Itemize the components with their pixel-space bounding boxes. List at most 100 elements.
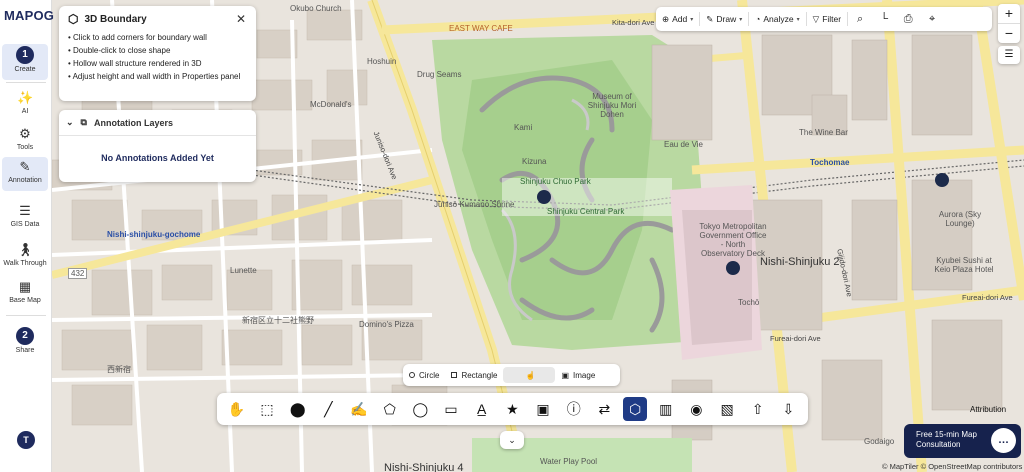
camera-icon[interactable]: ◉ (684, 397, 708, 421)
list-item: • Click to add corners for boundary wall (68, 33, 207, 42)
plus-circle-icon: ⊕ (662, 13, 670, 24)
map-label-route-432: 432 (68, 268, 88, 279)
chevron-down-icon[interactable]: ⌄ (66, 117, 74, 128)
map-label-shinjuku-central-park: Shinjuku Central Park (547, 207, 625, 216)
zoom-in-button[interactable]: + (998, 4, 1020, 23)
map-label-nishi-shinjuku-gochome: Nishi-shinjuku-gochome (107, 230, 201, 239)
map-label-dominos: Domino's Pizza (359, 320, 414, 329)
attribution-button[interactable]: Attribution (970, 405, 1006, 414)
sidebar-item-label: Base Map (9, 297, 41, 304)
chat-icon[interactable]: … (991, 428, 1016, 453)
add-button[interactable]: ⊕ Add ▾ (656, 7, 699, 31)
list-item: • Adjust height and wall width in Proper… (68, 72, 241, 81)
boundary-instructions-panel: ⬡ 3D Boundary ✕ • Click to add corners f… (59, 6, 256, 101)
zoom-control: + − (998, 4, 1020, 43)
draw-button[interactable]: ✎ Draw ▾ (700, 7, 748, 31)
map-label-kizuna: Kizuna (522, 157, 547, 166)
step-2-badge: 2 (16, 327, 34, 345)
sidebar-item-label: Tools (16, 144, 34, 151)
chevron-down-icon[interactable]: ⌄ (500, 431, 524, 449)
rectangle-icon (451, 372, 458, 378)
text-icon[interactable]: A̲ (470, 397, 494, 421)
route-icon[interactable]: ⇄ (592, 397, 616, 421)
sidebar-item-share[interactable]: 2 Share (2, 325, 48, 354)
map-icon: ▦ (18, 279, 32, 294)
polygon-icon[interactable]: ⬠ (378, 397, 402, 421)
empty-state-text: No Annotations Added Yet (101, 153, 214, 163)
layer-toggle-icon[interactable]: ☰ (998, 46, 1020, 64)
map-label-nishi-shinjuku-4: Nishi-Shinjuku 4 (384, 462, 464, 472)
sidebar-item-label: AI (21, 108, 29, 115)
panel-title: ⬡ 3D Boundary (68, 12, 147, 26)
avatar[interactable]: T (17, 431, 35, 449)
map-label-tokyo-gov: Tokyo Metropolitan Government Office - N… (699, 222, 767, 258)
ai-icon: ✨ (17, 90, 34, 105)
upload-icon[interactable]: ⇧ (746, 397, 770, 421)
map-label-nishi-ja: 西新宿 (107, 365, 131, 374)
freehand-icon[interactable]: ✍ (347, 397, 371, 421)
zoom-out-button[interactable]: − (998, 24, 1020, 43)
annotation-layers-header[interactable]: ⌄ ⧉ Annotation Layers (59, 110, 256, 136)
pencil-icon: ✎ (706, 13, 714, 24)
circle-icon[interactable]: ◯ (408, 397, 432, 421)
image-icon[interactable]: ▣ (531, 397, 555, 421)
hand-icon[interactable]: ✋ (224, 397, 248, 421)
map-label-shinjuku-tenba: 新宿区立十二社熊野 (242, 316, 314, 325)
sidebar-item-label: Share (15, 347, 35, 354)
sidebar-item-ai[interactable]: ✨ AI (2, 88, 48, 115)
cursor-icon: ☝ (525, 370, 536, 380)
map-label-nishi-shinjuku-2: Nishi-Shinjuku 2 (760, 256, 840, 268)
boundary-icon: ⬡ (68, 12, 79, 26)
drawing-toolbar: ✋ ⬚ ⬤ ╱ ✍ ⬠ ◯ ▭ A̲ ★ ▣ ⓘ ⇄ ⬡ ▥ ◉ ▧ ⇧ ⇩ (217, 393, 808, 425)
info-icon[interactable]: ⓘ (562, 397, 586, 421)
download-icon[interactable]: ⇩ (776, 397, 800, 421)
map-label-water-play: Water Play Pool (540, 457, 598, 466)
sidebar-item-annotation[interactable]: ✎ Annotation (2, 157, 48, 191)
picture-icon[interactable]: ▧ (715, 397, 739, 421)
sidebar-item-tools[interactable]: ⚙ Tools (2, 124, 48, 151)
boundary-3d-icon[interactable]: ⬡ (623, 397, 648, 421)
close-icon[interactable]: ✕ (236, 12, 246, 26)
analyze-button[interactable]: ◔ Analyze ▾ (749, 7, 805, 31)
measure-icon[interactable]: └ (872, 7, 896, 31)
consultation-button[interactable]: Free 15-min Map Consultation … (904, 424, 1021, 458)
sidebar-item-label: GIS Data (10, 221, 40, 228)
map-label-east-way: EAST WAY CAFE (449, 24, 513, 33)
marker-icon[interactable]: ⬤ (286, 397, 310, 421)
building-icon[interactable]: ▥ (654, 397, 678, 421)
rectangle-option[interactable]: Rectangle (445, 367, 503, 383)
caret-icon: ▾ (796, 16, 800, 23)
search-icon[interactable]: ⌕ (848, 7, 872, 31)
selected-option[interactable]: ☝ (503, 367, 556, 383)
sidebar-item-walk-through[interactable]: 🚶︎ Walk Through (2, 240, 48, 267)
print-icon[interactable]: ⎙ (896, 7, 920, 31)
sidebar-item-gis-data[interactable]: ☰ GIS Data (2, 201, 48, 228)
star-icon[interactable]: ★ (500, 397, 524, 421)
gear-icon: ⚙ (19, 126, 31, 141)
locate-icon[interactable]: ⌖ (920, 7, 944, 31)
list-item: • Double-click to close shape (68, 46, 171, 55)
sidebar-item-label: Walk Through (3, 260, 47, 267)
map-label-tochomae: Tochomae (810, 158, 850, 167)
sidebar-item-base-map[interactable]: ▦ Base Map (2, 277, 48, 304)
map-label-hoshuin: Hoshuin (367, 57, 397, 66)
caret-icon: ▾ (690, 16, 694, 23)
sidebar-item-create[interactable]: 1 Create (2, 44, 48, 80)
step-1-badge: 1 (16, 46, 34, 64)
map-label-kami: Kami (514, 123, 533, 132)
map-label-mcdonalds: McDonald's (310, 100, 352, 109)
instructions-list: • Click to add corners for boundary wall… (68, 31, 247, 83)
filter-button[interactable]: ▽ Filter (807, 7, 847, 31)
rectangle-icon[interactable]: ▭ (439, 397, 463, 421)
circle-icon (409, 372, 415, 378)
select-icon[interactable]: ⬚ (255, 397, 279, 421)
mapog-logo[interactable]: MAPOG (4, 8, 54, 23)
image-icon: ▣ (561, 370, 570, 380)
layers-icon: ⧉ (80, 117, 87, 127)
image-option[interactable]: ▣ Image (555, 367, 601, 383)
line-icon[interactable]: ╱ (316, 397, 340, 421)
top-toolbar: ⊕ Add ▾ ✎ Draw ▾ ◔ Analyze ▾ ▽ Filter ⌕ └ ⎙… (656, 7, 992, 31)
circle-option[interactable]: Circle (403, 367, 445, 383)
map-label-museum: Museum of Shinjuku Mori Dohen (587, 92, 637, 119)
sidebar-divider (6, 82, 46, 83)
